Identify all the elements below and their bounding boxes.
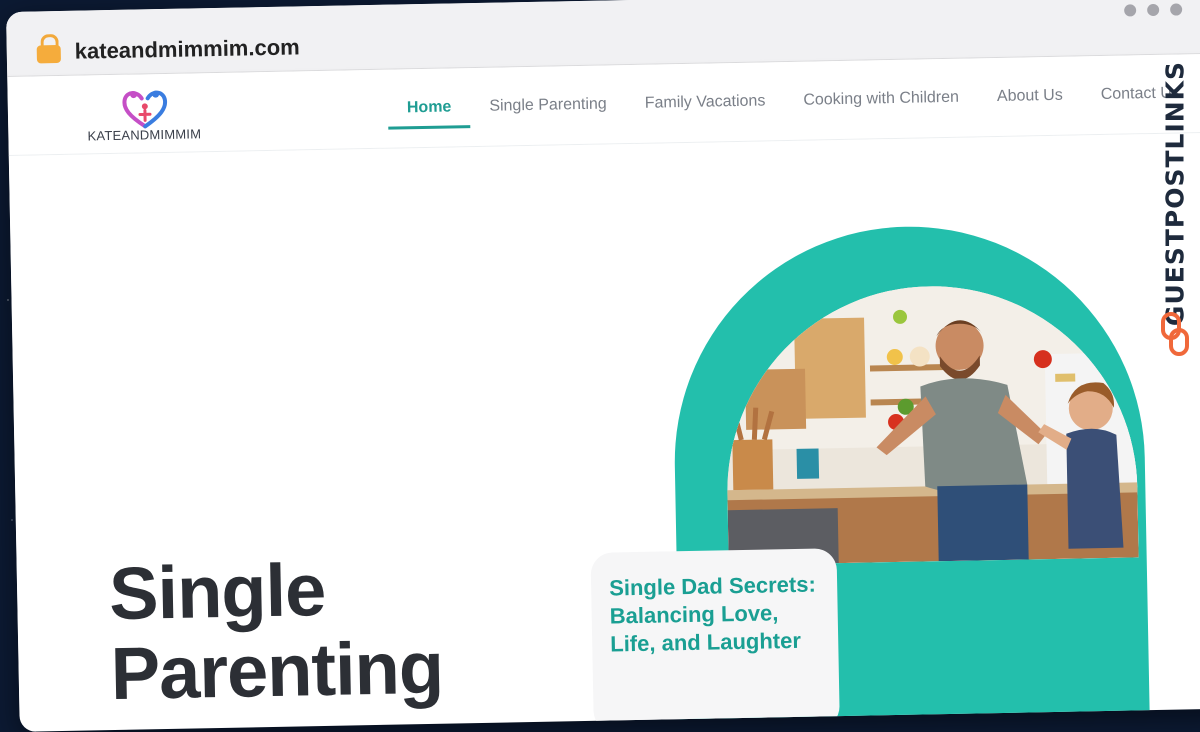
- window-controls: [1124, 3, 1183, 17]
- nav-cooking-with-children[interactable]: Cooking with Children: [784, 88, 978, 122]
- watermark: GUESTPOSTLINKS: [1156, 52, 1196, 362]
- heart-family-icon: [122, 90, 168, 129]
- nav-single-parenting[interactable]: Single Parenting: [470, 95, 626, 128]
- featured-post-card[interactable]: Single Dad Secrets: Balancing Love, Life…: [590, 548, 840, 732]
- nav-home[interactable]: Home: [388, 98, 471, 130]
- main-nav: Home Single Parenting Family Vacations C…: [388, 84, 1200, 130]
- featured-post-title[interactable]: Single Dad Secrets: Balancing Love, Life…: [609, 570, 831, 658]
- kitchen-scene-image: [723, 282, 1139, 566]
- chain-link-icon: [1161, 312, 1189, 356]
- hero-section: Single Parenting Single Dad Secrets: Bal…: [8, 132, 1200, 732]
- window-control-dot[interactable]: [1124, 4, 1137, 17]
- hero-title-line-2: Parenting: [109, 625, 444, 716]
- nav-about-us[interactable]: About Us: [978, 86, 1082, 118]
- watermark-text: GUESTPOSTLINKS: [1160, 60, 1190, 327]
- nav-family-vacations[interactable]: Family Vacations: [626, 92, 785, 125]
- window-control-dot[interactable]: [1147, 3, 1160, 17]
- address-bar-url[interactable]: kateandmimmim.com: [75, 34, 300, 64]
- hero-title: Single Parenting: [108, 547, 444, 716]
- logo-text: KATEANDMIMMIM: [87, 126, 202, 144]
- site-logo[interactable]: KATEANDMIMMIM: [84, 87, 205, 145]
- hero-photo: [723, 282, 1139, 566]
- browser-window: kateandmimmim.com KATEANDMIMMIM Home Sin…: [6, 0, 1200, 732]
- lock-icon: [36, 33, 61, 64]
- window-control-dot[interactable]: [1170, 3, 1183, 16]
- hero-title-line-1: Single: [108, 547, 326, 636]
